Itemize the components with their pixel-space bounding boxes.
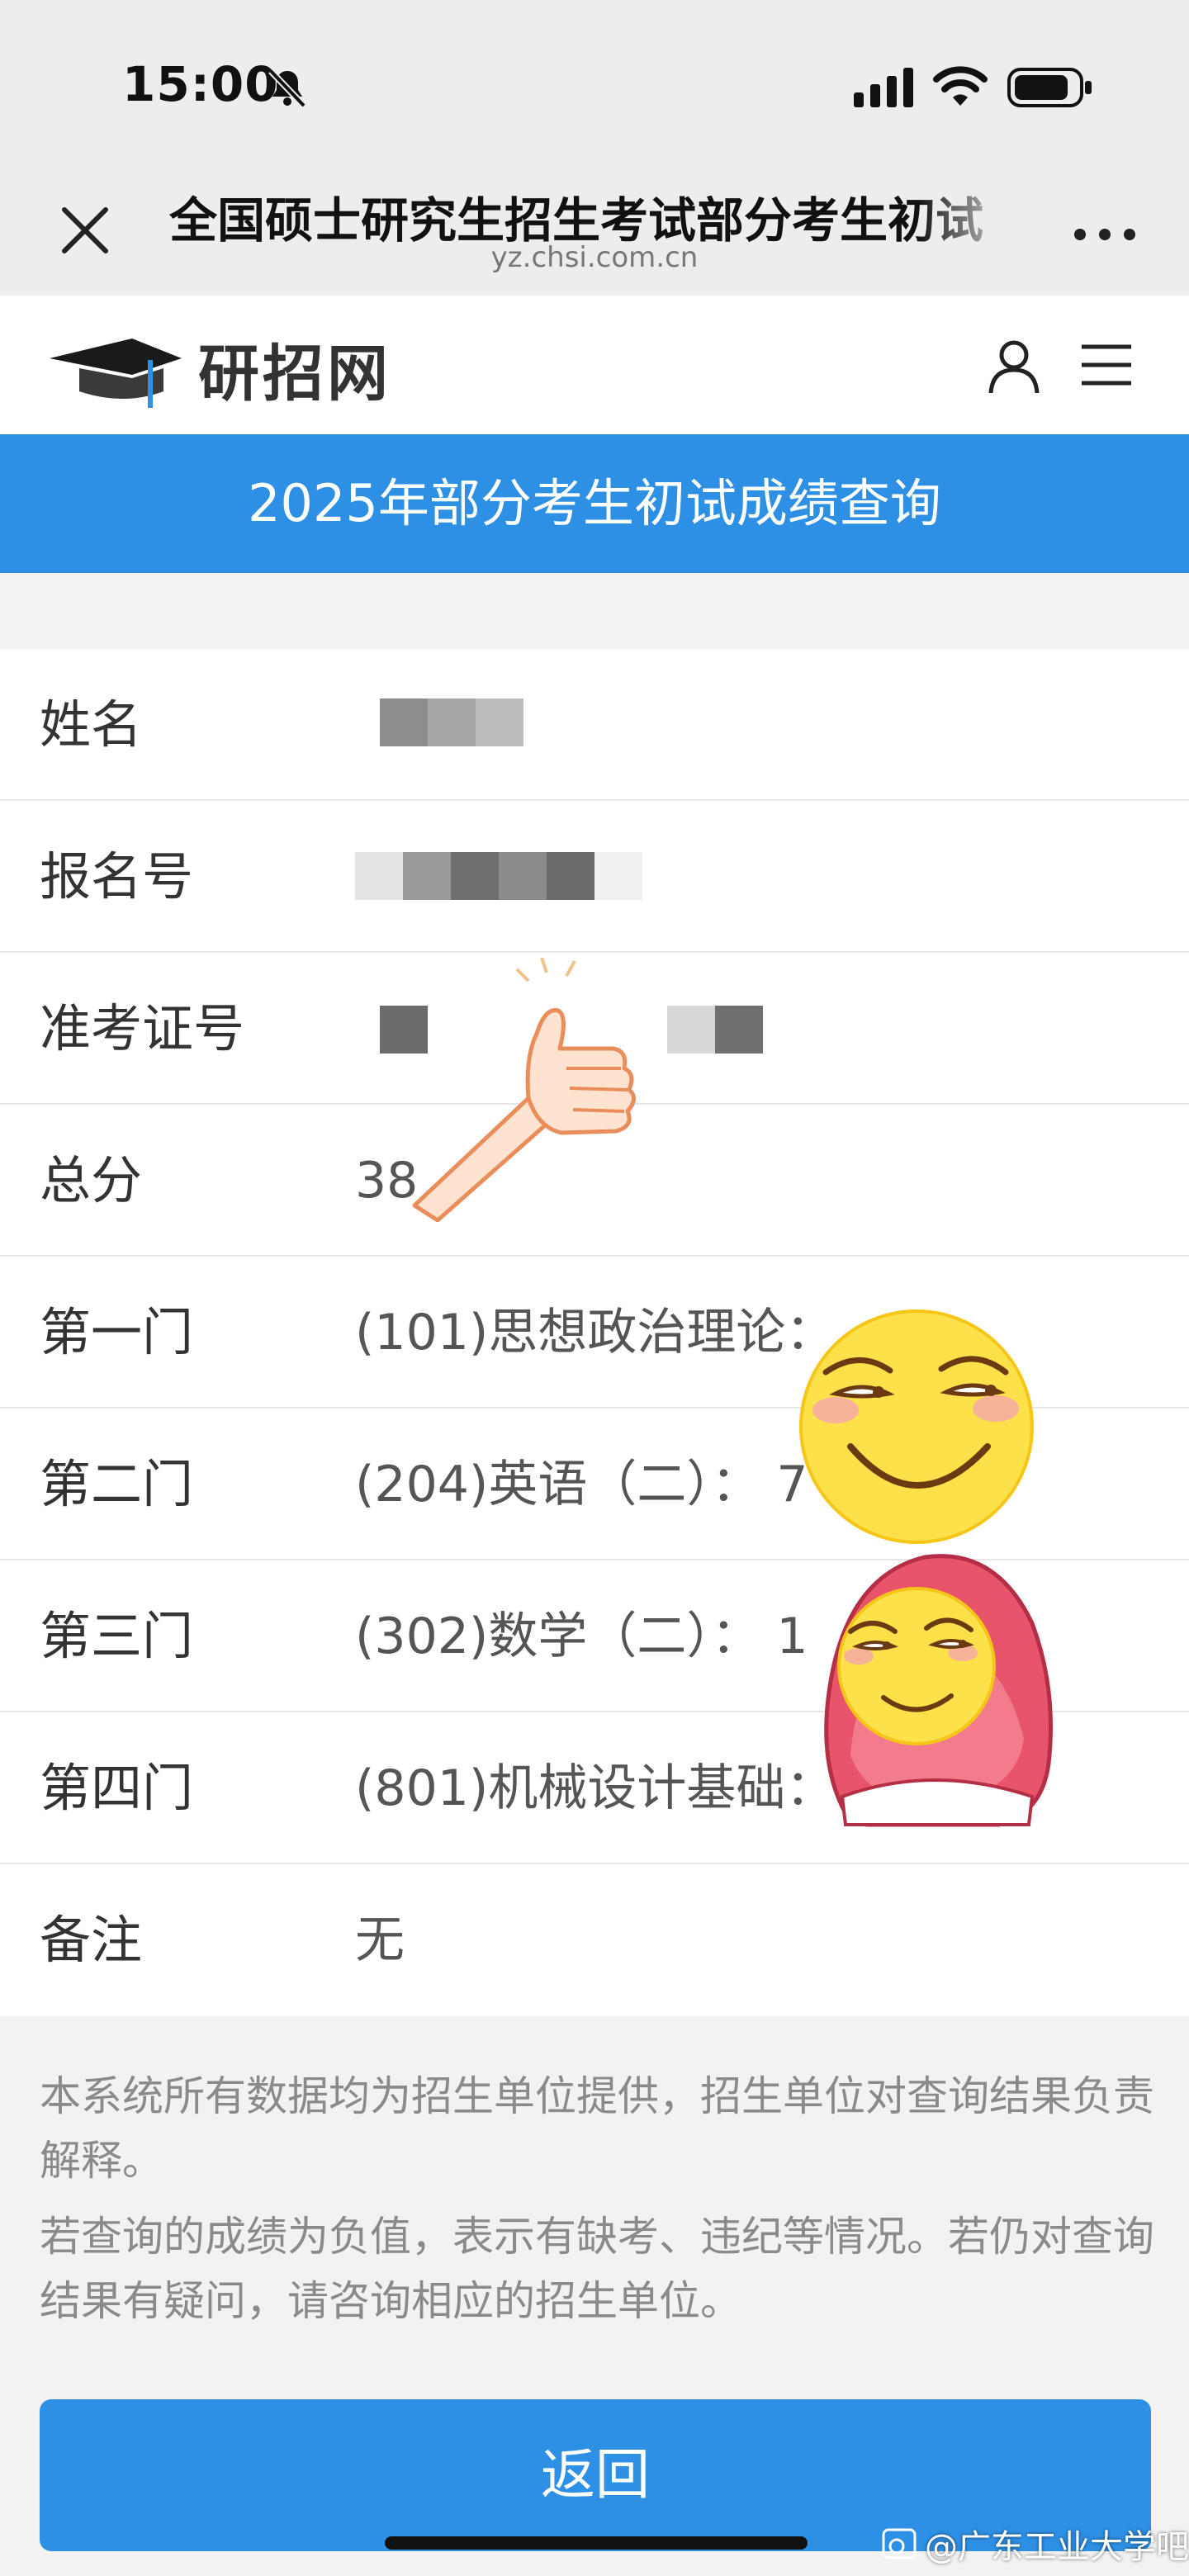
row-label: 准考证号: [40, 998, 245, 1058]
battery-icon: [1007, 68, 1092, 107]
status-bar: 15:00: [0, 0, 1189, 149]
status-time: 15:00: [122, 56, 279, 112]
disclaimer-notes: 本系统所有数据均为招生单位提供，招生单位对查询结果负责解释。 若查询的成绩为负值…: [40, 2064, 1154, 2345]
redacted-mosaic: [380, 698, 523, 746]
table-row-remarks: 备注 无: [0, 1864, 1189, 2016]
thumbs-up-sticker: [412, 958, 636, 1222]
row-label: 第四门: [40, 1758, 194, 1818]
row-value: (101)思想政治理论：: [355, 1304, 836, 1361]
page-title: 2025年部分考生初试成绩查询: [0, 434, 1189, 573]
row-label: 第一门: [40, 1302, 194, 1362]
bell-muted-icon: [268, 69, 306, 108]
redacted-mosaic: [355, 852, 642, 900]
table-row-registration-number: 报名号: [0, 801, 1189, 953]
wifi-icon: [933, 66, 988, 106]
row-label: 总分: [40, 1150, 143, 1210]
watermark: @广东工业大学吧: [882, 2520, 1189, 2568]
row-value: (204)英语（二）： 7: [355, 1456, 808, 1513]
smirking-face-sticker: [799, 1309, 1034, 1544]
menu-icon[interactable]: [1080, 342, 1133, 388]
redacted-mosaic: [667, 1006, 763, 1054]
signal-icon: [854, 68, 913, 107]
row-value: (801)机械设计基础：: [355, 1759, 836, 1817]
user-icon[interactable]: [988, 339, 1040, 395]
weibo-logo-icon: [882, 2528, 917, 2559]
row-value: (302)数学（二）： 1: [355, 1608, 808, 1665]
site-header: 研招网: [0, 296, 1189, 434]
note-text: 本系统所有数据均为招生单位提供，招生单位对查询结果负责解释。: [40, 2072, 1154, 2185]
browser-url: yz.chsi.com.cn: [490, 241, 699, 274]
row-label: 第三门: [40, 1606, 194, 1666]
note-text: 若查询的成绩为负值，表示有缺考、违纪等情况。若仍对查询结果有疑问，请咨询相应的招…: [40, 2213, 1154, 2325]
row-label: 第二门: [40, 1454, 194, 1514]
watermark-text: @广东工业大学吧: [925, 2528, 1189, 2566]
row-value: 无: [355, 1911, 405, 1969]
row-label: 备注: [40, 1910, 143, 1970]
graduation-cap-icon: [50, 339, 182, 408]
home-indicator[interactable]: [385, 2536, 808, 2550]
row-label: 报名号: [40, 846, 194, 907]
table-row-name: 姓名: [0, 649, 1189, 801]
site-logo[interactable]: 研招网: [50, 327, 391, 410]
browser-bar: 全国硕士研究生招生考试部分考生初试 yz.chsi.com.cn: [0, 149, 1189, 296]
more-icon[interactable]: [1072, 226, 1138, 243]
blanket-face-sticker: [824, 1554, 1053, 1827]
logo-text: 研招网: [198, 338, 391, 410]
row-label: 姓名: [40, 694, 143, 755]
